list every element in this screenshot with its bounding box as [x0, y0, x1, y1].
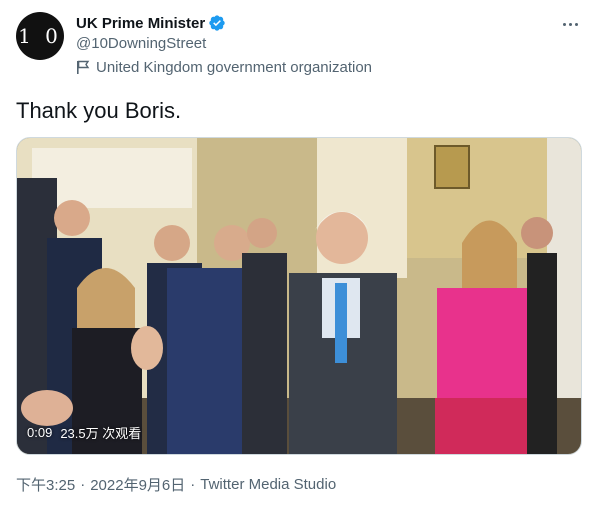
affiliation-row: United Kingdom government organization [76, 59, 372, 76]
meta-separator: · [80, 476, 86, 493]
tweet-source[interactable]: Twitter Media Studio [200, 476, 336, 493]
tweet-text: Thank you Boris. [16, 98, 182, 123]
tweet-time[interactable]: 下午3:25 [16, 474, 75, 495]
affiliation-label: United Kingdom government organization [96, 59, 372, 76]
name-row: UK Prime Minister [76, 13, 226, 33]
video-player[interactable]: 0:09 23.5万 次观看 [16, 137, 582, 455]
video-overlay: 0:09 23.5万 次观看 [27, 423, 141, 442]
tweet-meta: 下午3:25 · 2022年9月6日 · Twitter Media Studi… [16, 474, 336, 495]
video-views: 23.5万 次观看 [60, 426, 142, 441]
tweet-date[interactable]: 2022年9月6日 [90, 474, 185, 495]
flag-icon [76, 60, 90, 75]
tweet-header: 1 0 UK Prime Minister @10DowningStreet U… [16, 12, 582, 82]
verified-badge-icon [208, 14, 226, 32]
handle[interactable]: @10DowningStreet [76, 35, 206, 52]
meta-separator: · [190, 476, 196, 493]
video-frame [17, 138, 581, 454]
avatar[interactable]: 1 0 [16, 12, 64, 60]
display-name[interactable]: UK Prime Minister [76, 15, 205, 32]
more-options-icon[interactable] [560, 18, 580, 30]
video-duration: 0:09 [27, 425, 53, 440]
